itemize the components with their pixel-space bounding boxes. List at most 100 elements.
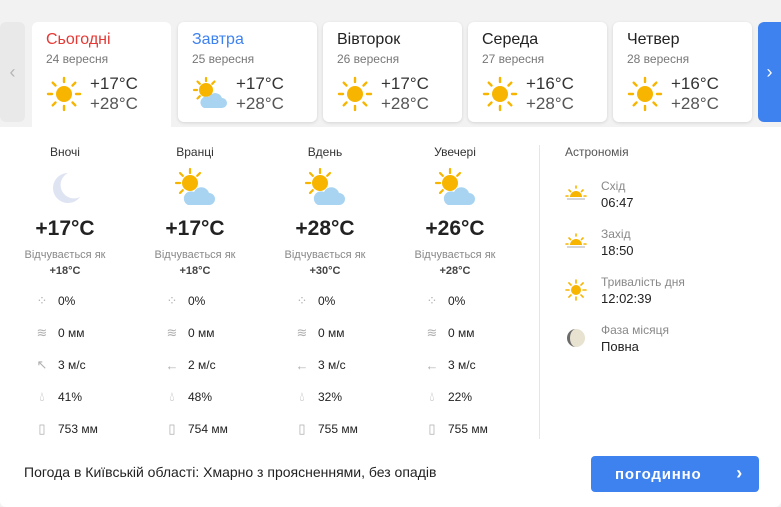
barometer-icon: ▯ <box>168 421 176 436</box>
sun-cloud-icon <box>174 167 215 205</box>
period-temp: +17°C <box>35 217 95 240</box>
barometer-icon: ▯ <box>428 421 436 436</box>
day-min-temp: +16°C <box>526 74 574 93</box>
pressure: ▯ 754 мм <box>165 420 227 438</box>
day-name: Вівторок <box>337 31 401 48</box>
waves-icon: ≋ <box>166 325 178 340</box>
wind-speed: ← 2 м/с <box>165 357 216 373</box>
arrow-left-icon: ← <box>425 357 439 373</box>
day-min-temp: +16°C <box>671 74 719 93</box>
day-min-temp: +17°C <box>381 74 429 93</box>
period-title: Увечері <box>434 145 476 159</box>
pressure: ▯ 755 мм <box>295 420 357 438</box>
day-min-temp: +17°C <box>90 74 138 93</box>
sun-cloud-icon <box>434 167 475 205</box>
feels-like-value: +28°C <box>439 265 471 277</box>
rain-drops-icon: ⁘ <box>426 293 438 308</box>
precip-probability: ⁘ 0% <box>36 293 76 308</box>
day-length-label: Тривалість дня <box>601 275 685 289</box>
pressure: ▯ 753 мм <box>35 420 97 438</box>
feels-like-label: Відчувається як <box>24 249 106 261</box>
arrow-left-icon: ← <box>165 357 179 373</box>
prev-days-button[interactable]: ‹ <box>0 22 25 122</box>
chevron-right-icon: › <box>736 463 743 483</box>
wind-speed: ← 3 м/с <box>425 357 476 373</box>
day-name: Сьогодні <box>46 31 111 48</box>
moon-icon <box>53 173 80 203</box>
sun-icon <box>46 76 82 112</box>
day-name: Завтра <box>192 31 244 48</box>
feels-like-label: Відчувається як <box>154 249 236 261</box>
hourly-button[interactable]: погодинно › <box>591 456 759 492</box>
chevron-left-icon: ‹ <box>9 61 16 82</box>
droplet-icon: 💧︎ <box>169 389 175 404</box>
day-date: 26 вересня <box>337 52 400 66</box>
moon-phase-value: Повна <box>601 339 639 354</box>
day-max-temp: +28°C <box>526 94 574 113</box>
rain-drops-icon: ⁘ <box>166 293 178 308</box>
sunset-label: Захід <box>601 227 631 241</box>
day-max-temp: +28°C <box>381 94 429 113</box>
day-max-temp: +28°C <box>671 94 719 113</box>
astronomy-title: Астрономія <box>565 145 629 159</box>
precip-amount: ≋ 0 мм <box>296 325 345 340</box>
rain-drops-icon: ⁘ <box>296 293 308 308</box>
day-card-3[interactable]: Середа 27 вересня +16°C +28°C <box>468 22 607 122</box>
precip-probability: ⁘ 0% <box>166 293 206 308</box>
period-temp: +26°C <box>425 217 485 240</box>
precip-amount: ≋ 0 мм <box>426 325 475 340</box>
day-detail-panel: Вночі +17°C Відчувається як +18°C ⁘ 0% ≋ 0… <box>0 127 781 507</box>
hourly-button-label: погодинно <box>615 465 702 483</box>
day-card-2[interactable]: Вівторок 26 вересня +17°C +28°C <box>323 22 462 122</box>
arrow-left-icon: ← <box>295 357 309 373</box>
day-strip: ‹ Сьогодні 24 вересня +17°C +28°C Завтра … <box>0 0 781 127</box>
day-card-4[interactable]: Четвер 28 вересня +16°C +28°C <box>613 22 752 122</box>
feels-like-label: Відчувається як <box>414 249 496 261</box>
chevron-right-icon: › <box>766 61 773 82</box>
precip-amount: ≋ 0 мм <box>36 325 85 340</box>
day-card-0[interactable]: Сьогодні 24 вересня +17°C +28°C <box>32 22 171 127</box>
day-max-temp: +28°C <box>90 94 138 113</box>
next-days-button[interactable]: › <box>758 22 781 122</box>
sun-cloud-icon <box>304 167 345 205</box>
droplet-icon: 💧︎ <box>39 389 45 404</box>
day-date: 24 вересня <box>46 52 109 66</box>
period-title: Вдень <box>307 145 343 159</box>
day-length-value: 12:02:39 <box>601 291 652 306</box>
sun-icon <box>337 76 373 112</box>
weather-summary: Погода в Київській області: Хмарно з про… <box>24 464 437 480</box>
rain-drops-icon: ⁘ <box>36 293 48 308</box>
sunrise-label: Схід <box>601 179 626 193</box>
wind-speed: ↖ 3 м/с <box>36 357 86 372</box>
day-min-temp: +17°C <box>236 74 284 93</box>
precip-amount: ≋ 0 мм <box>166 325 215 340</box>
day-max-temp: +28°C <box>236 94 284 113</box>
day-card-1[interactable]: Завтра 25 вересня +17°C +28°C <box>178 22 317 122</box>
moon-phase-icon <box>567 329 585 347</box>
sunset-icon <box>565 233 587 248</box>
sun-icon <box>565 279 587 301</box>
humidity: 💧︎ 22% <box>425 388 472 406</box>
humidity: 💧︎ 32% <box>295 388 342 406</box>
humidity: 💧︎ 48% <box>165 388 212 406</box>
period-temp: +17°C <box>165 217 225 240</box>
day-name: Четвер <box>627 31 680 48</box>
period-temp: +28°C <box>295 217 355 240</box>
barometer-icon: ▯ <box>38 421 46 436</box>
period-title: Вранці <box>176 145 214 159</box>
day-name: Середа <box>482 31 539 48</box>
arrow-up-left-icon: ↖ <box>36 357 48 372</box>
droplet-icon: 💧︎ <box>429 389 435 404</box>
sun-cloud-icon <box>192 76 227 108</box>
feels-like-value: +18°C <box>179 265 211 277</box>
day-date: 25 вересня <box>192 52 255 66</box>
sunrise-value: 06:47 <box>601 195 634 210</box>
waves-icon: ≋ <box>36 325 48 340</box>
waves-icon: ≋ <box>296 325 308 340</box>
feels-like-value: +18°C <box>49 265 81 277</box>
sunrise-icon <box>565 185 587 200</box>
pressure: ▯ 755 мм <box>425 420 487 438</box>
waves-icon: ≋ <box>426 325 438 340</box>
sunset-value: 18:50 <box>601 243 634 258</box>
droplet-icon: 💧︎ <box>299 389 305 404</box>
